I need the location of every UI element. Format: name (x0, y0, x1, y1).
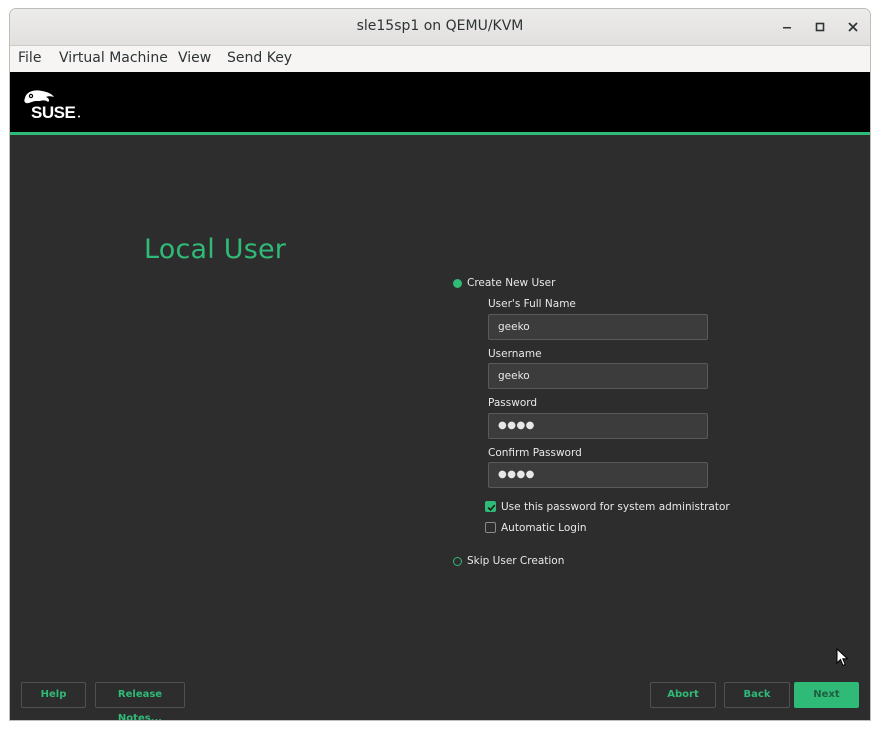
automatic-login-label[interactable]: Automatic Login (501, 522, 587, 534)
vm-viewer-window: sle15sp1 on QEMU/KVM File Virtual Machin… (9, 8, 871, 721)
mouse-pointer-icon (836, 647, 850, 672)
checkmark-icon (487, 504, 496, 512)
next-button[interactable]: Next (794, 682, 859, 708)
installer-header: SUSE (10, 72, 870, 132)
automatic-login-checkbox[interactable] (485, 522, 496, 533)
window-title: sle15sp1 on QEMU/KVM (356, 18, 524, 34)
page-title: Local User (144, 234, 287, 265)
close-icon (848, 22, 858, 32)
minimize-icon (783, 27, 791, 29)
menu-virtual-machine[interactable]: Virtual Machine (59, 50, 168, 66)
username-input[interactable]: geeko (488, 363, 708, 389)
menu-file[interactable]: File (18, 50, 41, 66)
suse-logo: SUSE (22, 88, 86, 124)
release-notes-button[interactable]: Release Notes... (95, 682, 185, 720)
maximize-icon (815, 22, 825, 32)
menu-send-key[interactable]: Send Key (227, 50, 292, 66)
minimize-button[interactable] (775, 15, 799, 39)
password-label: Password (488, 397, 538, 409)
abort-button[interactable]: Abort (650, 682, 716, 708)
create-new-user-label[interactable]: Create New User (467, 277, 555, 289)
menu-bar: File Virtual Machine View Send Key (10, 46, 870, 72)
confirm-password-input[interactable]: ●●●● (488, 462, 708, 488)
back-button[interactable]: Back (724, 682, 790, 708)
use-password-for-admin-label[interactable]: Use this password for system administrat… (501, 501, 730, 513)
username-label: Username (488, 348, 542, 360)
svg-text:SUSE: SUSE (31, 103, 75, 120)
full-name-label: User's Full Name (488, 298, 576, 310)
vm-display[interactable]: SUSE Local User Create New User User's F… (10, 72, 870, 720)
title-bar: sle15sp1 on QEMU/KVM (10, 9, 870, 46)
skip-user-creation-label[interactable]: Skip User Creation (467, 555, 564, 567)
confirm-password-label: Confirm Password (488, 447, 582, 459)
header-accent-line (10, 132, 870, 135)
password-input[interactable]: ●●●● (488, 413, 708, 439)
maximize-button[interactable] (808, 15, 832, 39)
use-password-for-admin-checkbox[interactable] (485, 501, 496, 512)
menu-view[interactable]: View (178, 50, 211, 66)
help-button[interactable]: Help (21, 682, 86, 708)
full-name-input[interactable]: geeko (488, 314, 708, 340)
create-new-user-radio[interactable] (453, 279, 462, 288)
close-button[interactable] (841, 15, 865, 39)
skip-user-creation-radio[interactable] (453, 557, 462, 566)
